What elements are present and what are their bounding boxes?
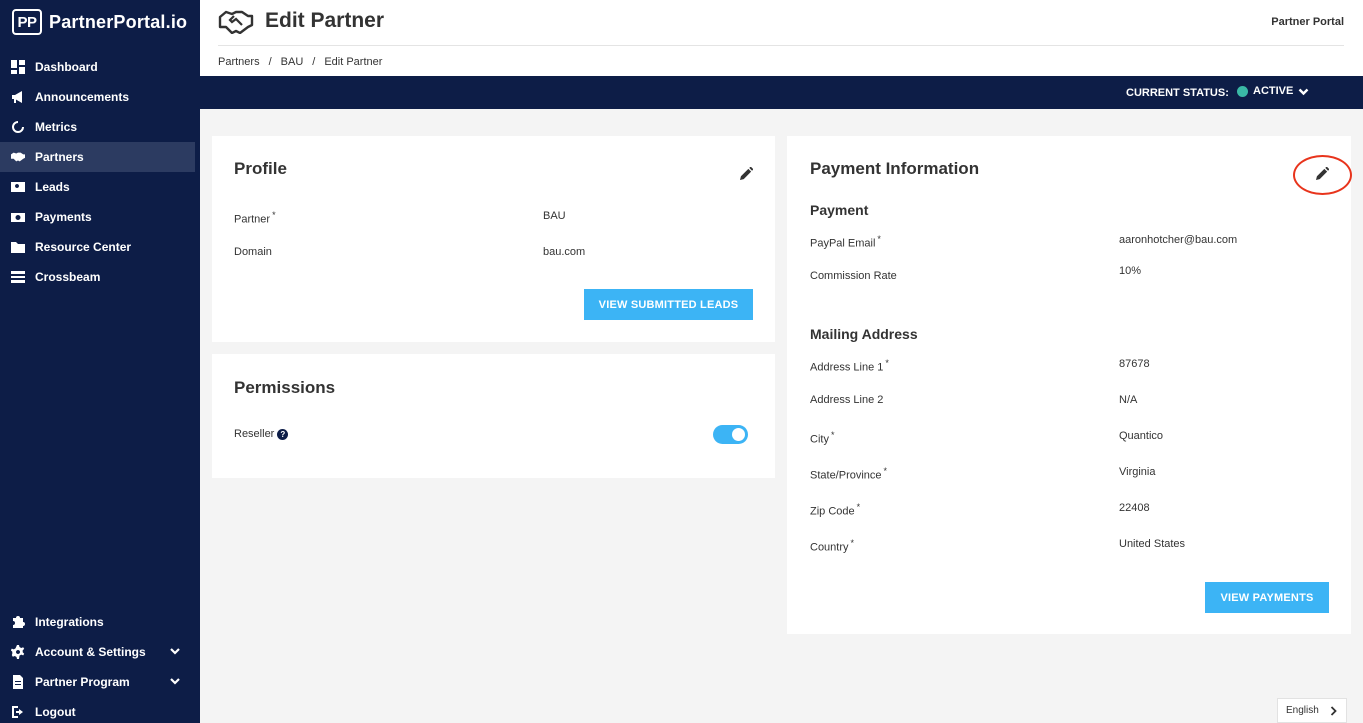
partner-value: BAU [543, 210, 566, 222]
status-label: CURRENT STATUS: [1126, 87, 1229, 99]
leads-icon [11, 180, 25, 194]
app-name: PartnerPortal.io [49, 11, 188, 32]
status-bar: CURRENT STATUS: ACTIVE [200, 76, 1363, 109]
sidebar-item-label: Partner Program [35, 675, 130, 689]
megaphone-icon [11, 90, 25, 104]
sidebar-item-announcements[interactable]: Announcements [0, 82, 195, 112]
page-title-group: Edit Partner [218, 8, 384, 34]
payment-info-title: Payment Information [810, 159, 980, 178]
profile-title: Profile [234, 159, 287, 178]
folder-icon [11, 240, 25, 254]
metrics-icon [11, 120, 25, 134]
sidebar-item-label: Dashboard [35, 60, 98, 74]
chevron-right-icon [1330, 706, 1337, 716]
payment-info-card: Payment Information Payment PayPal Email… [787, 136, 1351, 634]
language-selector[interactable]: English [1277, 698, 1347, 723]
sidebar-item-label: Metrics [35, 120, 78, 134]
sidebar-item-label: Leads [35, 180, 70, 194]
city-value: Quantico [1119, 430, 1164, 442]
sidebar-item-partner-program[interactable]: Partner Program [0, 667, 195, 697]
payments-icon [11, 210, 25, 224]
sidebar-item-label: Payments [35, 210, 92, 224]
paypal-email-value: aaronhotcher@bau.com [1119, 234, 1238, 246]
pencil-icon [740, 166, 754, 180]
commission-rate-label: Commission Rate [810, 270, 897, 282]
sidebar-item-label: Account & Settings [35, 645, 146, 659]
permissions-card: Permissions Reseller? [212, 354, 775, 478]
breadcrumb-partners[interactable]: Partners [218, 56, 260, 68]
dashboard-icon [11, 60, 25, 74]
breadcrumb: Partners / BAU / Edit Partner [218, 56, 382, 68]
status-dot [1237, 85, 1248, 97]
status-value: ACTIVE [1253, 85, 1294, 97]
document-icon [11, 675, 25, 689]
sidebar-item-integrations[interactable]: Integrations [0, 607, 195, 637]
state-province-label: State/Province * [810, 466, 888, 482]
address-line-1-value: 87678 [1119, 358, 1150, 370]
sidebar-item-label: Resource Center [35, 240, 132, 254]
partner-label: Partner * [234, 210, 276, 226]
breadcrumb-edit-partner: Edit Partner [324, 56, 383, 68]
breadcrumb-separator: / [268, 56, 272, 68]
language-value: English [1286, 705, 1319, 716]
city-label: City * [810, 430, 835, 446]
chevron-down-icon [1298, 86, 1309, 97]
sidebar-item-partners[interactable]: Partners [0, 142, 195, 172]
zip-code-value: 22408 [1119, 502, 1150, 514]
payment-section-title: Payment [810, 202, 869, 218]
reseller-label: Reseller? [234, 428, 289, 440]
sidebar-item-label: Crossbeam [35, 270, 101, 284]
sidebar-item-label: Partners [35, 150, 84, 164]
help-icon[interactable]: ? [277, 428, 289, 440]
handshake-icon [218, 10, 254, 34]
sidebar-item-dashboard[interactable]: Dashboard [0, 52, 195, 82]
country-label: Country * [810, 538, 855, 554]
portal-label[interactable]: Partner Portal [1271, 16, 1344, 28]
gear-icon [11, 645, 25, 659]
address-line-2-label: Address Line 2 [810, 394, 884, 406]
chevron-down-icon [169, 645, 181, 657]
permissions-title: Permissions [234, 378, 336, 397]
status-dropdown[interactable]: ACTIVE [1237, 85, 1309, 97]
profile-edit-button[interactable] [740, 166, 756, 183]
logo-mark: PP [12, 9, 42, 35]
profile-card: Profile Partner * BAU Domain bau.com VIEW… [212, 136, 775, 342]
app-logo[interactable]: PP PartnerPortal.io [12, 9, 187, 35]
header-divider [218, 45, 1344, 46]
zip-code-label: Zip Code * [810, 502, 861, 518]
sidebar-item-account-settings[interactable]: Account & Settings [0, 637, 195, 667]
page-title: Edit Partner [265, 9, 385, 32]
paypal-email-label: PayPal Email * [810, 234, 881, 250]
mailing-address-title: Mailing Address [810, 326, 918, 342]
puzzle-icon [11, 615, 25, 629]
breadcrumb-separator: / [312, 56, 316, 68]
address-line-1-label: Address Line 1 * [810, 358, 889, 374]
reseller-toggle[interactable] [713, 425, 748, 444]
view-payments-button[interactable]: VIEW PAYMENTS [1205, 582, 1329, 613]
domain-value: bau.com [543, 246, 586, 258]
page-header: Edit Partner Partner Portal Partners / B… [200, 0, 1363, 76]
state-province-value: Virginia [1119, 466, 1156, 478]
view-submitted-leads-button[interactable]: VIEW SUBMITTED LEADS [584, 289, 753, 320]
sidebar-item-label: Announcements [35, 90, 130, 104]
sidebar-item-payments[interactable]: Payments [0, 202, 195, 232]
logout-icon [11, 705, 25, 719]
sidebar: PP PartnerPortal.io Dashboard Announceme… [0, 0, 200, 723]
annotation-circle [1293, 155, 1352, 195]
country-value: United States [1119, 538, 1186, 550]
chevron-down-icon [169, 675, 181, 687]
crossbeam-icon [11, 270, 25, 284]
commission-rate-value: 10% [1119, 265, 1142, 277]
sidebar-item-label: Logout [35, 705, 76, 719]
sidebar-item-leads[interactable]: Leads [0, 172, 195, 202]
domain-label: Domain [234, 246, 272, 258]
sidebar-item-label: Integrations [35, 615, 104, 629]
sidebar-item-crossbeam[interactable]: Crossbeam [0, 262, 195, 292]
breadcrumb-bau[interactable]: BAU [281, 56, 304, 68]
sidebar-item-resource-center[interactable]: Resource Center [0, 232, 195, 262]
handshake-icon [11, 150, 25, 164]
address-line-2-value: N/A [1119, 394, 1138, 406]
sidebar-item-logout[interactable]: Logout [0, 697, 195, 723]
sidebar-item-metrics[interactable]: Metrics [0, 112, 195, 142]
